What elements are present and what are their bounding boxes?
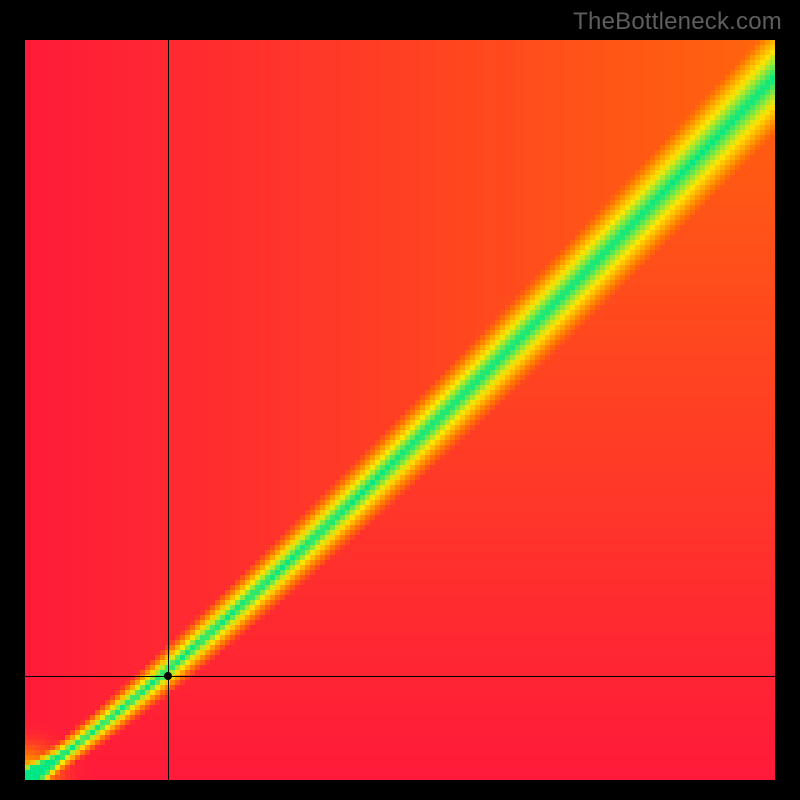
- chart-frame: TheBottleneck.com: [0, 0, 800, 800]
- bottleneck-heatmap: [25, 40, 775, 780]
- plot-area: [25, 40, 775, 780]
- watermark-text: TheBottleneck.com: [573, 8, 782, 36]
